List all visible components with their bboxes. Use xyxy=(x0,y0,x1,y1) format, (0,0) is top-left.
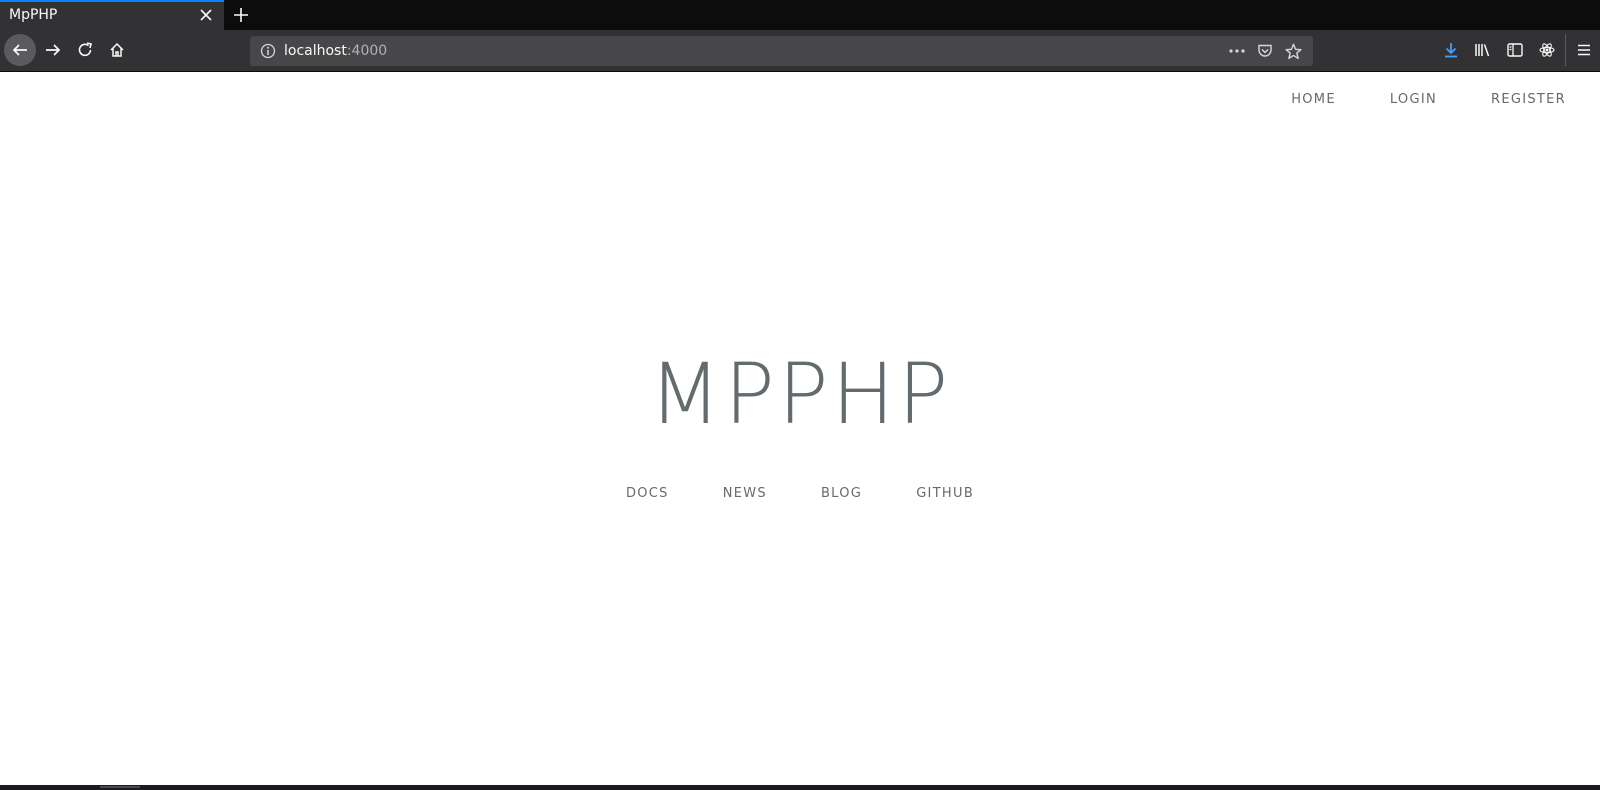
star-icon[interactable] xyxy=(1279,39,1307,63)
tab-strip: MpPHP xyxy=(0,0,1600,30)
library-icon xyxy=(1474,42,1492,58)
home-button[interactable] xyxy=(101,34,133,66)
arrow-right-icon xyxy=(45,42,61,58)
tab-title: MpPHP xyxy=(9,7,58,23)
center-links: Docs News Blog GitHub xyxy=(0,486,1600,501)
arrow-left-icon xyxy=(12,42,28,58)
sidebar-icon xyxy=(1507,43,1523,57)
link-news[interactable]: News xyxy=(723,486,767,501)
nav-link-register[interactable]: Register xyxy=(1491,92,1566,107)
top-right-nav: Home Login Register xyxy=(1291,92,1566,107)
nav-toolbar: localhost:4000 xyxy=(0,30,1600,72)
nav-link-home[interactable]: Home xyxy=(1291,92,1336,107)
download-icon xyxy=(1443,42,1459,58)
toolbar-right xyxy=(1435,34,1600,66)
pocket-icon[interactable] xyxy=(1251,39,1279,63)
more-icon[interactable] xyxy=(1223,39,1251,63)
forward-button[interactable] xyxy=(37,34,69,66)
info-icon[interactable] xyxy=(258,41,278,61)
link-docs[interactable]: Docs xyxy=(626,486,669,501)
react-icon xyxy=(1539,42,1555,58)
back-button[interactable] xyxy=(4,34,36,66)
react-devtools-button[interactable] xyxy=(1531,34,1563,66)
nav-link-login[interactable]: Login xyxy=(1390,92,1437,107)
bottom-strip-mark xyxy=(100,786,140,788)
reload-button[interactable] xyxy=(69,34,101,66)
url-text[interactable]: localhost:4000 xyxy=(284,43,387,59)
menu-button[interactable] xyxy=(1568,34,1600,66)
library-button[interactable] xyxy=(1467,34,1499,66)
sidebar-button[interactable] xyxy=(1499,34,1531,66)
close-icon[interactable] xyxy=(196,5,216,25)
home-icon xyxy=(109,42,125,58)
link-github[interactable]: GitHub xyxy=(916,486,974,501)
plus-icon xyxy=(234,8,248,22)
address-bar[interactable]: localhost:4000 xyxy=(250,36,1313,66)
page-actions xyxy=(1223,39,1307,63)
page-title: MPPHP xyxy=(648,345,952,443)
url-host: localhost xyxy=(284,43,347,59)
hamburger-icon xyxy=(1577,44,1591,56)
new-tab-button[interactable] xyxy=(224,0,258,30)
toolbar-separator xyxy=(1565,34,1566,66)
bottom-strip xyxy=(0,785,1600,790)
link-blog[interactable]: Blog xyxy=(821,486,862,501)
downloads-button[interactable] xyxy=(1435,34,1467,66)
reload-icon xyxy=(77,42,93,58)
url-port: :4000 xyxy=(346,43,388,59)
browser-tab[interactable]: MpPHP xyxy=(0,0,224,30)
page-content: Home Login Register MPPHP Docs News Blog… xyxy=(0,72,1600,785)
